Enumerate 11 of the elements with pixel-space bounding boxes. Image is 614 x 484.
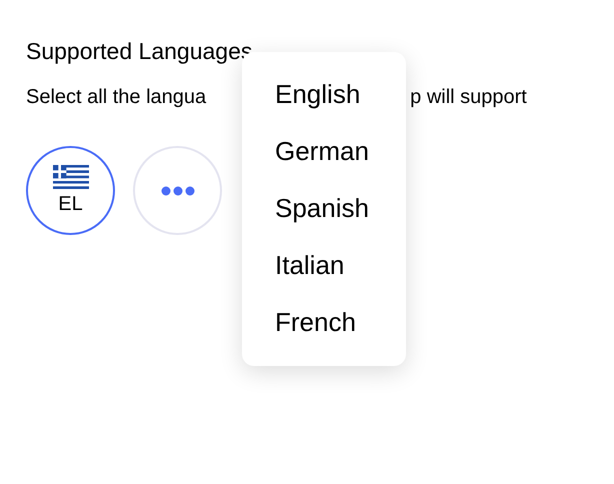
flag-icon [52, 164, 88, 188]
instruction-text: p will support [410, 85, 527, 110]
language-chip[interactable]: EL [26, 146, 115, 235]
menu-item[interactable]: French [242, 293, 406, 350]
more-icon [160, 186, 194, 196]
menu-item[interactable]: German [242, 122, 406, 179]
menu-item[interactable]: English [242, 65, 406, 122]
menu-item[interactable]: Italian [242, 236, 406, 293]
instruction-text: Select all the langua [26, 85, 206, 110]
section-title: Supported Languages [26, 37, 252, 66]
menu-item[interactable]: Spanish [242, 179, 406, 236]
